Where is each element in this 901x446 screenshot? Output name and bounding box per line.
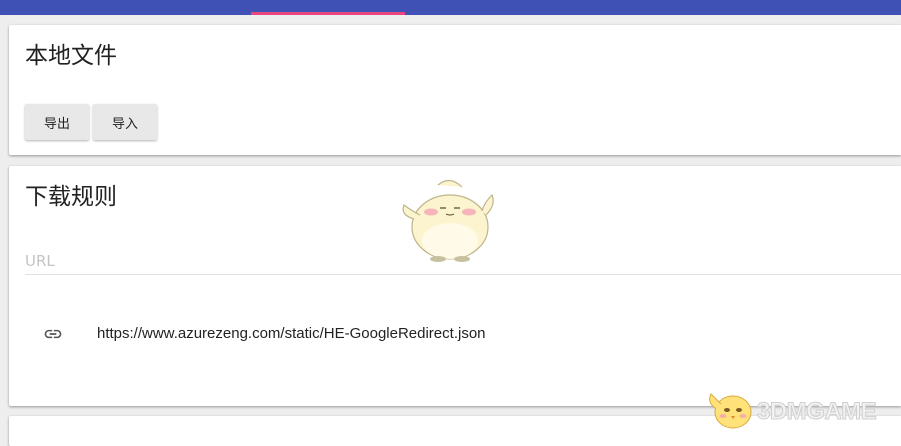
app-bar xyxy=(0,0,901,15)
link-icon xyxy=(44,329,62,339)
download-rules-title: 下载规则 xyxy=(25,184,117,210)
rule-url: https://www.azurezeng.com/static/HE-Goog… xyxy=(97,325,486,342)
export-button[interactable]: 导出 xyxy=(25,104,89,140)
watermark-text: 3DMGAME xyxy=(756,398,877,426)
mascot-watermark-image xyxy=(402,179,494,262)
local-files-card: 本地文件 导出 导入 xyxy=(9,25,901,155)
rule-list-item[interactable]: https://www.azurezeng.com/static/HE-Goog… xyxy=(9,310,901,358)
import-button[interactable]: 导入 xyxy=(93,104,157,140)
active-tab-indicator xyxy=(251,12,405,15)
watermark-chick-logo xyxy=(709,393,752,429)
site-watermark: 3DMGAME xyxy=(705,384,901,436)
local-files-title: 本地文件 xyxy=(25,43,117,69)
